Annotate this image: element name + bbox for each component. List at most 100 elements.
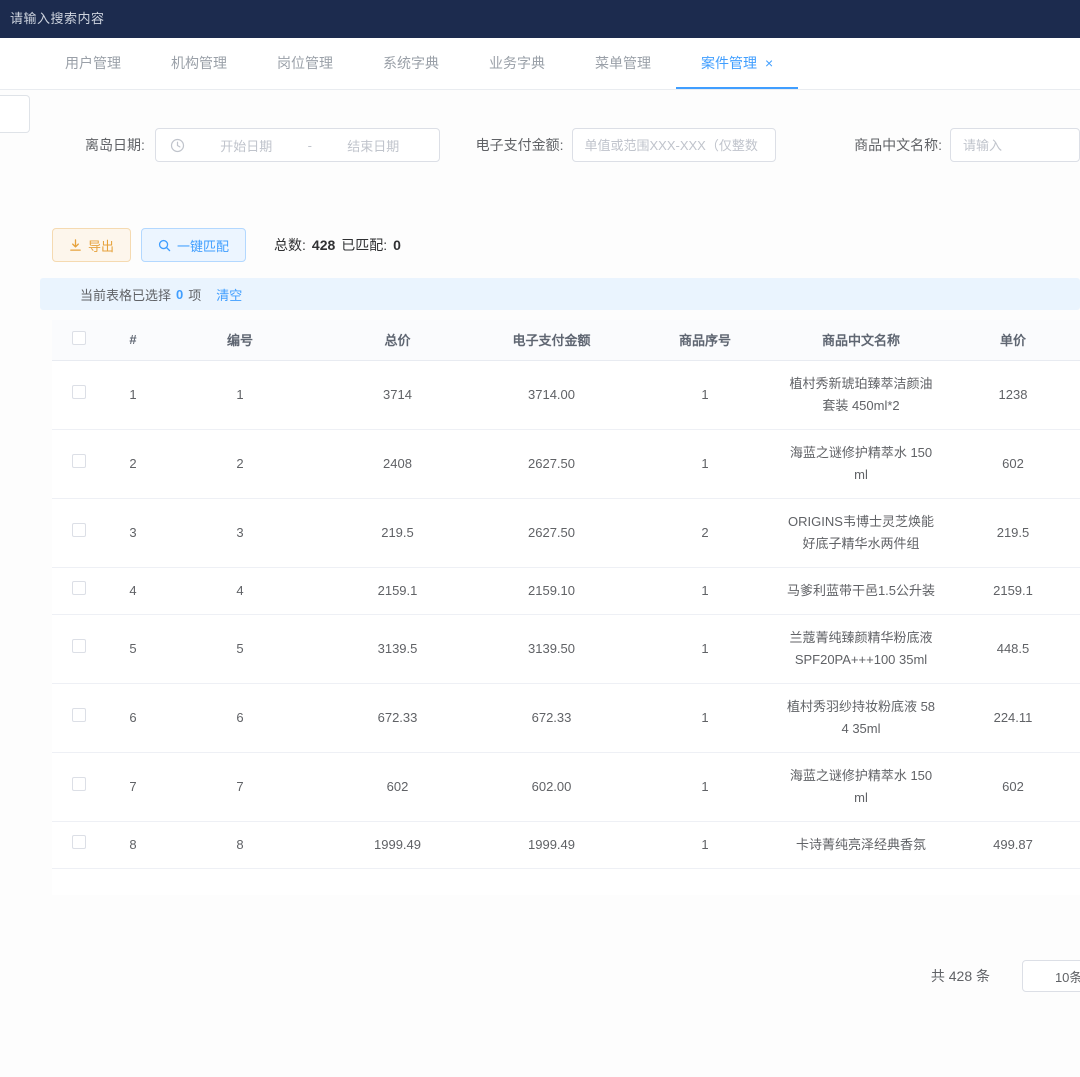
cell-unit: 1238 xyxy=(940,360,1080,429)
table-header-row: # 编号 总价 电子支付金额 商品序号 商品中文名称 单价 xyxy=(52,320,1080,360)
table-row: 881999.491999.491卡诗菁纯亮泽经典香氛499.87 xyxy=(52,821,1080,868)
cell-no: 4 xyxy=(160,567,320,614)
cell-total: 219.5 xyxy=(320,498,475,567)
topbar: 请输入搜索内容 xyxy=(0,0,1080,38)
col-header-payment: 电子支付金额 xyxy=(475,320,628,360)
cell-total: 2408 xyxy=(320,429,475,498)
col-header-total: 总价 xyxy=(320,320,475,360)
cell-payment: 3714.00 xyxy=(475,360,628,429)
row-checkbox[interactable] xyxy=(72,708,86,722)
data-table: # 编号 总价 电子支付金额 商品序号 商品中文名称 单价 1137143714… xyxy=(52,320,1080,895)
cell-payment: 2627.50 xyxy=(475,498,628,567)
cell-no: 3 xyxy=(160,498,320,567)
page-size-value: 10条/页 xyxy=(1055,967,1080,986)
matched-value: 0 xyxy=(393,237,401,253)
collapsed-panel xyxy=(0,95,30,133)
cell-seq: 1 xyxy=(628,821,782,868)
cell-total: 672.33 xyxy=(320,683,475,752)
table-body: 1137143714.001植村秀新琥珀臻萃洁颜油套装 450ml*212382… xyxy=(52,360,1080,868)
cell-name: 植村秀新琥珀臻萃洁颜油套装 450ml*2 xyxy=(782,360,940,429)
row-checkbox[interactable] xyxy=(72,639,86,653)
cell-seq: 2 xyxy=(628,498,782,567)
date-range-separator: - xyxy=(302,138,318,153)
cell-idx: 5 xyxy=(106,614,160,683)
cell-idx: 3 xyxy=(106,498,160,567)
cell-total: 2159.1 xyxy=(320,567,475,614)
tab-bar: 用户管理 机构管理 岗位管理 系统字典 业务字典 菜单管理 案件管理× xyxy=(0,38,1080,90)
cell-idx: 6 xyxy=(106,683,160,752)
selection-count: 0 xyxy=(176,287,183,302)
cell-idx: 2 xyxy=(106,429,160,498)
col-header-index: # xyxy=(106,320,160,360)
cell-payment: 602.00 xyxy=(475,752,628,821)
cell-name: 兰蔻菁纯臻颜精华粉底液SPF20PA+++100 35ml xyxy=(782,614,940,683)
cell-no: 6 xyxy=(160,683,320,752)
cell-no: 5 xyxy=(160,614,320,683)
tab-案件管理[interactable]: 案件管理× xyxy=(676,38,798,89)
selection-bar: 当前表格已选择 0 项 清空 xyxy=(40,278,1080,310)
row-checkbox[interactable] xyxy=(72,835,86,849)
table-row: 553139.53139.501兰蔻菁纯臻颜精华粉底液SPF20PA+++100… xyxy=(52,614,1080,683)
tab-label: 菜单管理 xyxy=(595,53,651,73)
cell-seq: 1 xyxy=(628,683,782,752)
cell-total: 3714 xyxy=(320,360,475,429)
payment-filter-label: 电子支付金额: xyxy=(476,135,564,155)
table-row: 66672.33672.331植村秀羽纱持妆粉底液 584 35ml224.11 xyxy=(52,683,1080,752)
row-checkbox[interactable] xyxy=(72,523,86,537)
tab-系统字典[interactable]: 系统字典 xyxy=(358,38,464,89)
total-value: 428 xyxy=(312,237,335,253)
cell-no: 8 xyxy=(160,821,320,868)
cell-seq: 1 xyxy=(628,567,782,614)
table-row: 33219.52627.502ORIGINS韦博士灵芝焕能好底子精华水两件组21… xyxy=(52,498,1080,567)
row-checkbox[interactable] xyxy=(72,581,86,595)
checkbox-cell xyxy=(52,429,106,498)
clock-icon xyxy=(170,138,185,153)
tab-菜单管理[interactable]: 菜单管理 xyxy=(570,38,676,89)
row-checkbox[interactable] xyxy=(72,777,86,791)
payment-amount-input[interactable] xyxy=(572,128,777,162)
cell-total: 1999.49 xyxy=(320,821,475,868)
tab-机构管理[interactable]: 机构管理 xyxy=(146,38,252,89)
tab-岗位管理[interactable]: 岗位管理 xyxy=(252,38,358,89)
cell-unit: 602 xyxy=(940,429,1080,498)
start-date-input[interactable]: 开始日期 xyxy=(191,136,302,155)
matched-label: 已匹配: xyxy=(341,235,387,255)
select-all-cell xyxy=(52,320,106,360)
end-date-input[interactable]: 结束日期 xyxy=(318,136,429,155)
table-row: 1137143714.001植村秀新琥珀臻萃洁颜油套装 450ml*21238 xyxy=(52,360,1080,429)
cell-seq: 1 xyxy=(628,614,782,683)
tab-label: 岗位管理 xyxy=(277,53,333,73)
cell-seq: 1 xyxy=(628,429,782,498)
tab-label: 系统字典 xyxy=(383,53,439,73)
col-header-seq: 商品序号 xyxy=(628,320,782,360)
tab-label: 用户管理 xyxy=(65,53,121,73)
cell-idx: 7 xyxy=(106,752,160,821)
filter-bar: 离岛日期: 开始日期 - 结束日期 电子支付金额: 商品中文名称: xyxy=(85,90,1080,162)
tab-label: 机构管理 xyxy=(171,53,227,73)
page-size-select[interactable]: 10条/页 xyxy=(1022,960,1080,992)
export-button[interactable]: 导出 xyxy=(52,228,131,262)
product-name-input[interactable] xyxy=(950,128,1080,162)
topbar-search-input[interactable]: 请输入搜索内容 xyxy=(10,8,105,27)
cell-unit: 499.87 xyxy=(940,821,1080,868)
date-range-picker[interactable]: 开始日期 - 结束日期 xyxy=(155,128,440,162)
checkbox-cell xyxy=(52,360,106,429)
cell-unit: 602 xyxy=(940,752,1080,821)
row-checkbox[interactable] xyxy=(72,454,86,468)
cell-seq: 1 xyxy=(628,752,782,821)
main-content: 离岛日期: 开始日期 - 结束日期 电子支付金额: 商品中文名称: 导出 xyxy=(0,90,1080,993)
select-all-checkbox[interactable] xyxy=(72,331,86,345)
row-checkbox[interactable] xyxy=(72,385,86,399)
tab-业务字典[interactable]: 业务字典 xyxy=(464,38,570,89)
close-tab-icon[interactable]: × xyxy=(765,55,773,71)
cell-idx: 8 xyxy=(106,821,160,868)
cell-payment: 1999.49 xyxy=(475,821,628,868)
cell-idx: 1 xyxy=(106,360,160,429)
cell-unit: 219.5 xyxy=(940,498,1080,567)
pagination-footer: 共 428 条 10条/页 xyxy=(0,959,1080,993)
clear-selection-link[interactable]: 清空 xyxy=(216,285,242,304)
one-click-match-button[interactable]: 一键匹配 xyxy=(141,228,246,262)
cell-idx: 4 xyxy=(106,567,160,614)
tab-用户管理[interactable]: 用户管理 xyxy=(40,38,146,89)
cell-payment: 672.33 xyxy=(475,683,628,752)
